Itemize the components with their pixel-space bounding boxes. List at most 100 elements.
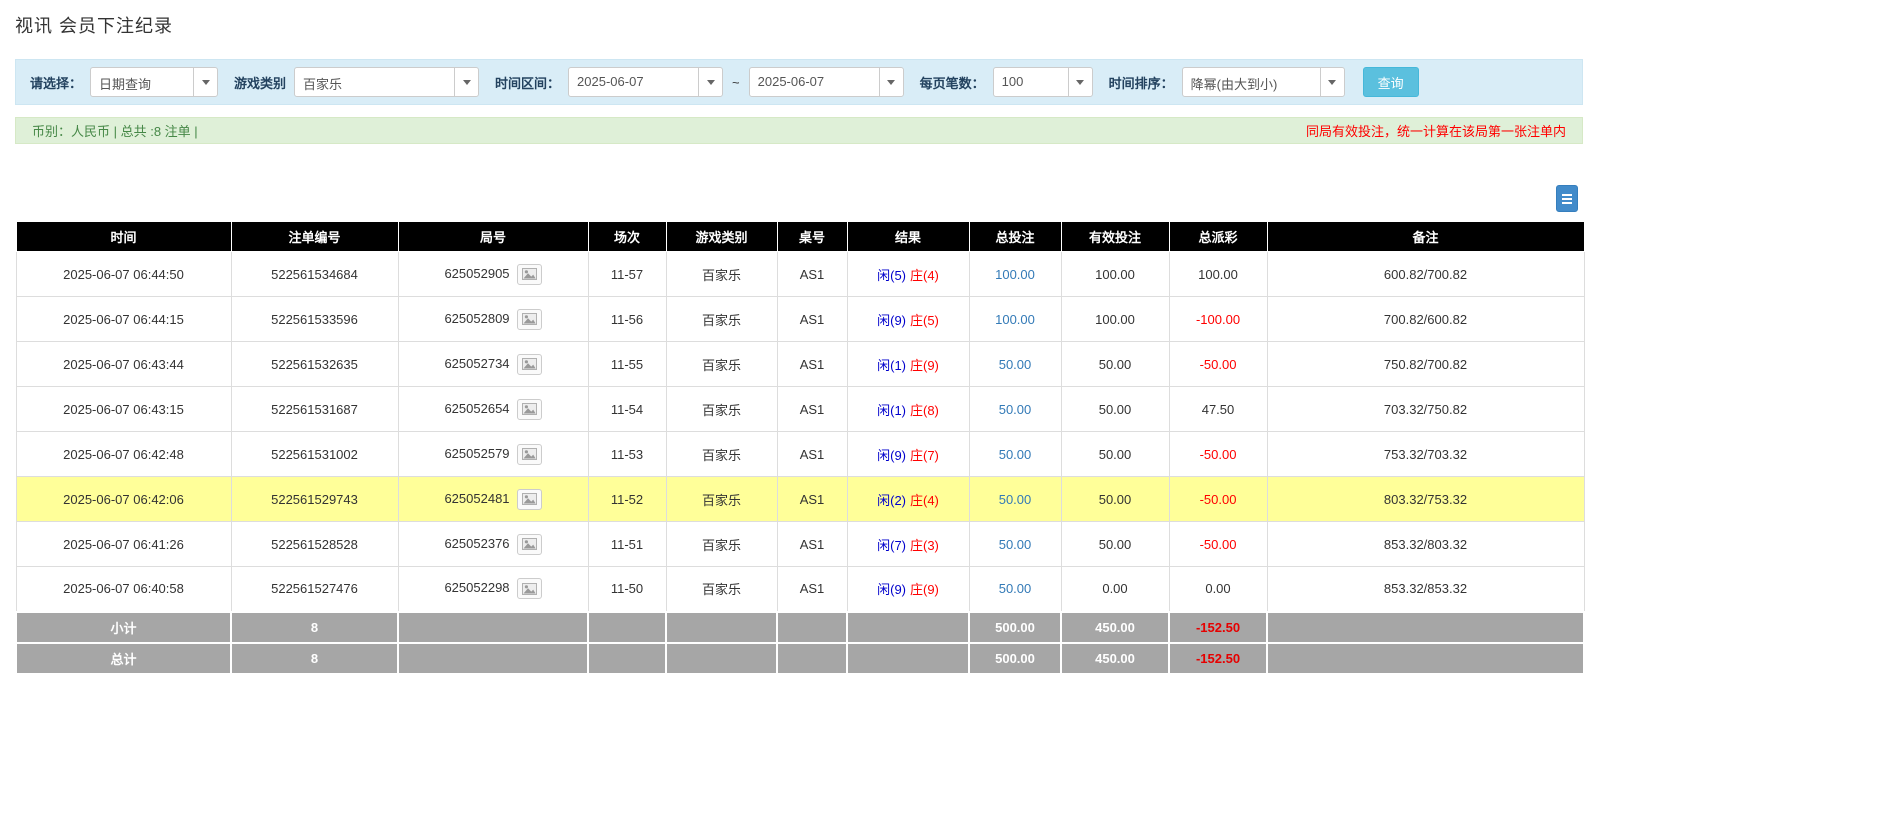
- game-type-label: 游戏类别: [234, 73, 286, 92]
- result-banker: 庄(8): [910, 403, 939, 418]
- bet-records-table: 时间 注单编号 局号 场次 游戏类别 桌号 结果 总投注 有效投注 总派彩 备注…: [15, 221, 1585, 675]
- summary-label-cell: 总计: [16, 643, 231, 674]
- round-number: 625052376: [444, 535, 509, 550]
- video-replay-icon[interactable]: [517, 354, 542, 375]
- table-number-cell: AS1: [777, 567, 847, 612]
- table-footer: 小计 8 500.00 450.00 -152.50 总计 8 500.00 4…: [16, 612, 1584, 674]
- total-bet-link[interactable]: 50.00: [999, 581, 1032, 596]
- bet-id-cell: 522561527476: [231, 567, 398, 612]
- chevron-down-icon[interactable]: [879, 68, 903, 96]
- session-cell: 11-51: [588, 522, 666, 567]
- currency-total-text: 币别：人民币 | 总共 :8 注单 |: [32, 121, 198, 140]
- total-bet-link[interactable]: 50.00: [999, 357, 1032, 372]
- time-cell: 2025-06-07 06:40:58: [16, 567, 231, 612]
- date-to-select[interactable]: 2025-06-07: [749, 67, 904, 97]
- video-replay-icon[interactable]: [517, 578, 542, 599]
- page-container: 视讯 会员下注纪录 请选择： 日期查询 游戏类别 百家乐 时间区间： 2025-…: [15, 0, 1583, 675]
- round-cell: 625052905: [398, 252, 588, 297]
- total-bet-cell: 50.00: [969, 432, 1061, 477]
- result-cell: 闲(1) 庄(8): [847, 387, 969, 432]
- query-type-select[interactable]: 日期查询: [90, 67, 218, 97]
- time-cell: 2025-06-07 06:42:06: [16, 477, 231, 522]
- table-header: 时间 注单编号 局号 场次 游戏类别 桌号 结果 总投注 有效投注 总派彩 备注: [16, 222, 1584, 252]
- header-round: 局号: [398, 222, 588, 252]
- session-cell: 11-52: [588, 477, 666, 522]
- query-type-label: 请选择：: [30, 73, 82, 92]
- round-number: 625052809: [444, 310, 509, 325]
- total-bet-link[interactable]: 50.00: [999, 402, 1032, 417]
- total-bet-link[interactable]: 50.00: [999, 492, 1032, 507]
- video-replay-icon[interactable]: [517, 489, 542, 510]
- payout-cell: -50.00: [1169, 342, 1267, 387]
- session-cell: 11-54: [588, 387, 666, 432]
- game-type-cell: 百家乐: [666, 297, 777, 342]
- round-number: 625052481: [444, 490, 509, 505]
- session-cell: 11-50: [588, 567, 666, 612]
- page-size-select[interactable]: 100: [993, 67, 1093, 97]
- video-replay-icon[interactable]: [517, 534, 542, 555]
- header-game-type: 游戏类别: [666, 222, 777, 252]
- round-cell: 625052481: [398, 477, 588, 522]
- total-bet-link[interactable]: 50.00: [999, 537, 1032, 552]
- video-replay-icon[interactable]: [517, 264, 542, 285]
- valid-bet-cell: 50.00: [1061, 387, 1169, 432]
- total-bet-link[interactable]: 100.00: [995, 267, 1035, 282]
- payout-cell: 100.00: [1169, 252, 1267, 297]
- sort-order-value: 降幂(由大到小): [1183, 68, 1320, 96]
- remark-cell: 853.32/803.32: [1267, 522, 1584, 567]
- result-player: 闲(1): [877, 358, 906, 373]
- result-player: 闲(1): [877, 403, 906, 418]
- payout-cell: -50.00: [1169, 522, 1267, 567]
- chevron-down-icon[interactable]: [454, 68, 478, 96]
- time-cell: 2025-06-07 06:42:48: [16, 432, 231, 477]
- table-row: 2025-06-07 06:43:44 522561532635 6250527…: [16, 342, 1584, 387]
- round-cell: 625052298: [398, 567, 588, 612]
- sort-order-label: 时间排序：: [1109, 73, 1174, 92]
- session-cell: 11-53: [588, 432, 666, 477]
- result-cell: 闲(7)庄(3): [847, 522, 969, 567]
- page-title: 视讯 会员下注纪录: [15, 12, 1583, 38]
- table-body: 2025-06-07 06:44:50 522561534684 6250529…: [16, 252, 1584, 612]
- round-cell: 625052579: [398, 432, 588, 477]
- summary-payout-cell: -152.50: [1169, 612, 1267, 643]
- table-row: 2025-06-07 06:44:15 522561533596 6250528…: [16, 297, 1584, 342]
- chevron-down-icon[interactable]: [193, 68, 217, 96]
- payout-cell: -100.00: [1169, 297, 1267, 342]
- total-bet-cell: 100.00: [969, 297, 1061, 342]
- total-bet-link[interactable]: 50.00: [999, 447, 1032, 462]
- result-banker: 庄(9): [910, 358, 939, 373]
- header-remark: 备注: [1267, 222, 1584, 252]
- chevron-down-icon[interactable]: [1068, 68, 1092, 96]
- page-size-label: 每页笔数：: [920, 73, 985, 92]
- result-cell: 闲(9)庄(5): [847, 297, 969, 342]
- search-button[interactable]: 查询: [1363, 67, 1419, 97]
- round-number: 625052654: [444, 400, 509, 415]
- menu-icon[interactable]: [1556, 185, 1578, 212]
- chevron-down-icon[interactable]: [1320, 68, 1344, 96]
- time-cell: 2025-06-07 06:43:15: [16, 387, 231, 432]
- game-type-cell: 百家乐: [666, 567, 777, 612]
- sort-order-select[interactable]: 降幂(由大到小): [1182, 67, 1345, 97]
- video-replay-icon[interactable]: [517, 399, 542, 420]
- filter-bar: 请选择： 日期查询 游戏类别 百家乐 时间区间： 2025-06-07 ~ 20…: [15, 59, 1583, 105]
- video-replay-icon[interactable]: [517, 444, 542, 465]
- chevron-down-icon[interactable]: [698, 68, 722, 96]
- result-cell: 闲(9)庄(9): [847, 567, 969, 612]
- summary-payout-cell: -152.50: [1169, 643, 1267, 674]
- game-type-select[interactable]: 百家乐: [294, 67, 479, 97]
- header-payout: 总派彩: [1169, 222, 1267, 252]
- payout-cell: 0.00: [1169, 567, 1267, 612]
- header-session: 场次: [588, 222, 666, 252]
- game-type-value: 百家乐: [295, 68, 454, 96]
- valid-bet-cell: 50.00: [1061, 432, 1169, 477]
- header-valid-bet: 有效投注: [1061, 222, 1169, 252]
- total-bet-link[interactable]: 100.00: [995, 312, 1035, 327]
- video-replay-icon[interactable]: [517, 309, 542, 330]
- table-row: 2025-06-07 06:44:50 522561534684 6250529…: [16, 252, 1584, 297]
- date-range-label: 时间区间：: [495, 73, 560, 92]
- result-player: 闲(7): [877, 538, 906, 553]
- valid-bet-cell: 50.00: [1061, 522, 1169, 567]
- date-from-select[interactable]: 2025-06-07: [568, 67, 723, 97]
- result-cell: 闲(5)庄(4): [847, 252, 969, 297]
- result-cell: 闲(1) 庄(9): [847, 342, 969, 387]
